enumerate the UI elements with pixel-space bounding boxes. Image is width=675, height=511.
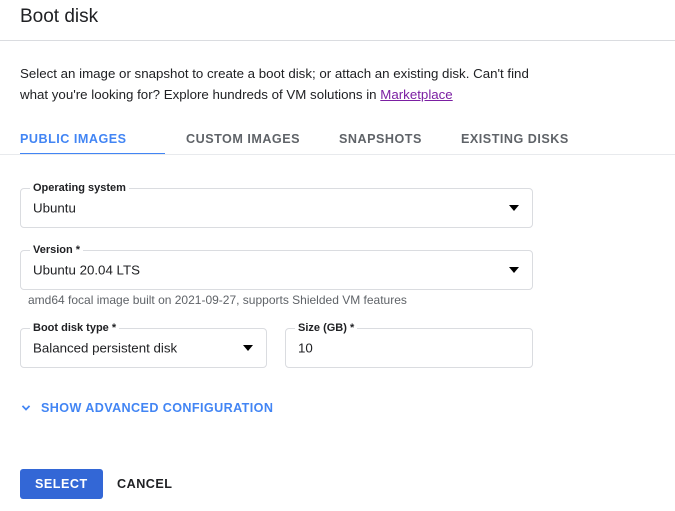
- marketplace-link[interactable]: Marketplace: [380, 87, 452, 102]
- version-hint-text: amd64 focal image built on 2021-09-27, s…: [28, 293, 407, 307]
- tab-baseline-divider: [0, 154, 675, 155]
- tab-custom-images-label: CUSTOM IMAGES: [186, 131, 301, 146]
- chevron-down-icon: [21, 405, 31, 411]
- tab-existing-disks[interactable]: EXISTING DISKS: [461, 122, 569, 155]
- boot-disk-type-select[interactable]: Boot disk type * Balanced persistent dis…: [20, 322, 267, 368]
- version-value: Ubuntu 20.04 LTS: [33, 262, 140, 278]
- tab-snapshots-label: SNAPSHOTS: [339, 131, 422, 146]
- tab-snapshots[interactable]: SNAPSHOTS: [339, 122, 422, 155]
- header-divider: [0, 40, 675, 41]
- size-gb-input[interactable]: Size (GB) * 10: [285, 322, 533, 368]
- operating-system-value: Ubuntu: [33, 200, 76, 216]
- show-advanced-configuration-label: SHOW ADVANCED CONFIGURATION: [41, 401, 274, 415]
- show-advanced-configuration-toggle[interactable]: SHOW ADVANCED CONFIGURATION: [19, 398, 273, 418]
- tab-public-images-label: PUBLIC IMAGES: [20, 131, 127, 146]
- version-select[interactable]: Version * Ubuntu 20.04 LTS: [20, 244, 533, 290]
- description-text: Select an image or snapshot to create a …: [20, 63, 540, 105]
- page-title: Boot disk: [20, 6, 99, 27]
- boot-disk-type-label: Boot disk type *: [30, 322, 120, 335]
- operating-system-label: Operating system: [30, 182, 129, 195]
- cancel-button[interactable]: CANCEL: [105, 469, 184, 499]
- select-button[interactable]: SELECT: [20, 469, 103, 499]
- tab-public-images[interactable]: PUBLIC IMAGES: [20, 122, 165, 155]
- version-label: Version *: [30, 244, 84, 257]
- chevron-down-icon[interactable]: [243, 345, 253, 351]
- boot-disk-type-value: Balanced persistent disk: [33, 340, 178, 356]
- size-gb-value: 10: [298, 340, 313, 356]
- tab-custom-images[interactable]: CUSTOM IMAGES: [186, 122, 300, 155]
- operating-system-select[interactable]: Operating system Ubuntu: [20, 182, 533, 228]
- chevron-down-icon[interactable]: [509, 267, 519, 273]
- tab-existing-disks-label: EXISTING DISKS: [461, 131, 569, 146]
- size-gb-label: Size (GB) *: [295, 322, 358, 335]
- tab-bar: PUBLIC IMAGES CUSTOM IMAGES SNAPSHOTS EX…: [0, 122, 675, 156]
- chevron-down-icon[interactable]: [509, 205, 519, 211]
